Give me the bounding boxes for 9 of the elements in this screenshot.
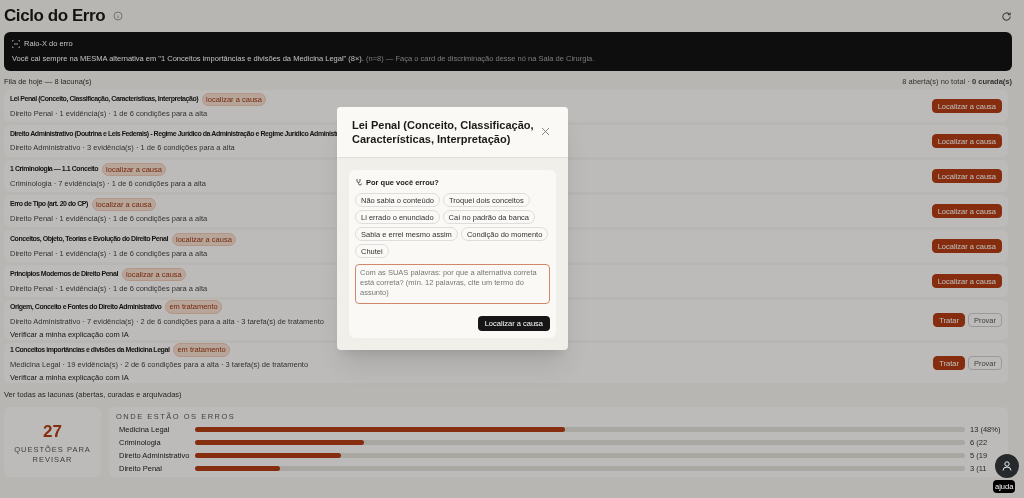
page-title: Ciclo do Erro — [4, 5, 106, 28]
help-button[interactable] — [995, 454, 1019, 478]
refresh-icon[interactable] — [1001, 10, 1012, 22]
stethoscope-icon — [356, 179, 363, 187]
scan-icon — [12, 40, 20, 48]
modal-title: Lei Penal (Conceito, Classificação, Características, Interpretação) — [352, 118, 535, 146]
close-icon[interactable] — [542, 128, 549, 135]
person-icon — [1002, 461, 1012, 471]
stat-value: 27 — [43, 421, 62, 444]
